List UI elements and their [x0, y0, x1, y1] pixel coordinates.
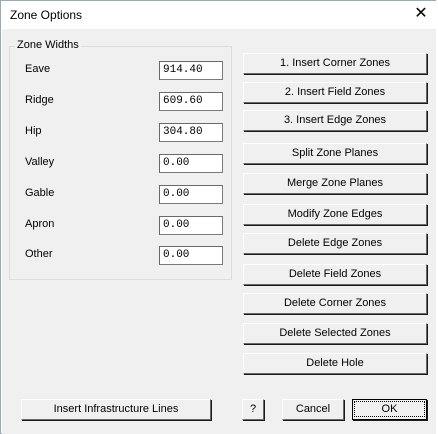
delete-selected-zones-button[interactable]: Delete Selected Zones — [243, 323, 427, 344]
dialog-body: Zone Widths Eave 914.40 Ridge 609.60 Hip… — [2, 29, 436, 434]
ridge-input[interactable]: 609.60 — [159, 92, 223, 111]
insert-infrastructure-lines-button[interactable]: Insert Infrastructure Lines — [21, 399, 211, 420]
help-button[interactable]: ? — [242, 399, 264, 420]
gable-label: Gable — [25, 187, 55, 199]
split-zone-planes-button[interactable]: Split Zone Planes — [243, 143, 427, 164]
close-icon[interactable]: ✕ — [405, 1, 437, 29]
ridge-label: Ridge — [25, 94, 54, 106]
zone-options-dialog: Zone Options ✕ Zone Widths Eave 914.40 R… — [0, 0, 437, 434]
delete-corner-zones-button[interactable]: Delete Corner Zones — [243, 293, 427, 314]
insert-field-zones-button[interactable]: 2. Insert Field Zones — [243, 82, 427, 103]
modify-zone-edges-button[interactable]: Modify Zone Edges — [243, 204, 427, 225]
ok-button-label: OK — [354, 401, 425, 417]
apron-input[interactable]: 0.00 — [159, 216, 223, 235]
dialog-title: Zone Options — [10, 8, 83, 22]
valley-label: Valley — [25, 156, 55, 168]
title-bar[interactable]: Zone Options ✕ — [1, 1, 437, 29]
hip-label: Hip — [25, 125, 42, 137]
ok-button[interactable]: OK — [352, 399, 427, 420]
apron-label: Apron — [25, 218, 55, 230]
insert-corner-zones-button[interactable]: 1. Insert Corner Zones — [243, 53, 427, 74]
delete-field-zones-button[interactable]: Delete Field Zones — [243, 264, 427, 285]
eave-label: Eave — [25, 63, 51, 75]
other-label: Other — [25, 248, 53, 260]
valley-input[interactable]: 0.00 — [159, 154, 223, 173]
insert-edge-zones-button[interactable]: 3. Insert Edge Zones — [243, 110, 427, 131]
cancel-button[interactable]: Cancel — [282, 399, 344, 420]
hip-input[interactable]: 304.80 — [159, 123, 223, 142]
delete-hole-button[interactable]: Delete Hole — [243, 353, 427, 374]
eave-input[interactable]: 914.40 — [159, 61, 223, 80]
delete-edge-zones-button[interactable]: Delete Edge Zones — [243, 233, 427, 254]
zone-widths-group-label: Zone Widths — [15, 39, 81, 51]
gable-input[interactable]: 0.00 — [159, 185, 223, 204]
other-input[interactable]: 0.00 — [159, 246, 223, 265]
merge-zone-planes-button[interactable]: Merge Zone Planes — [243, 173, 427, 194]
